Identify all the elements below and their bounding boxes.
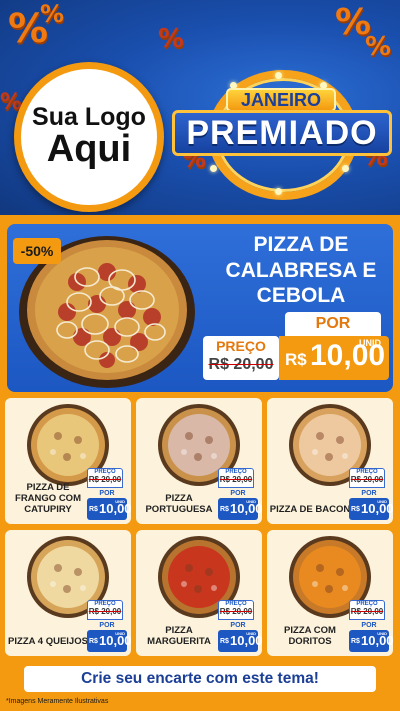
product-price-tag: PREÇO R$ 20,00 POR R$ 10,00 UNID bbox=[87, 468, 131, 520]
por-label: POR bbox=[285, 312, 381, 336]
new-price-box: R$ 10,00 UNID bbox=[349, 630, 393, 652]
currency: R$ bbox=[285, 350, 307, 369]
badge-title: PREMIADO bbox=[172, 110, 392, 156]
cta-banner[interactable]: Crie seu encarte com este tema! bbox=[24, 666, 376, 692]
por-label: POR bbox=[99, 622, 115, 629]
preco-label: PREÇO bbox=[216, 338, 266, 354]
light-bulb-icon bbox=[275, 72, 282, 79]
old-price: R$ 20,00 bbox=[350, 607, 384, 616]
product-name: PIZZA 4 QUEIJOS bbox=[8, 636, 88, 648]
light-bulb-icon bbox=[342, 165, 349, 172]
light-bulb-icon bbox=[275, 188, 282, 195]
unit-label: UNID bbox=[377, 499, 387, 504]
header-banner: % % % % % % % % Sua Logo Aqui JANEIRO PR… bbox=[0, 0, 400, 215]
featured-price-tag: POR PREÇO R$ 20,00 R$ 10,00 UNID bbox=[203, 312, 389, 384]
por-label: POR bbox=[230, 622, 246, 629]
new-price-box: R$ 10,00 UNID bbox=[349, 498, 393, 520]
old-price-box: PREÇO R$ 20,00 bbox=[349, 600, 385, 620]
divider bbox=[0, 215, 400, 223]
product-card[interactable]: PIZZA DE FRANGO COM CATUPIRY PREÇO R$ 20,0… bbox=[5, 398, 131, 524]
currency: R$ bbox=[89, 506, 98, 513]
percent-icon: % bbox=[40, 0, 65, 28]
product-price-tag: PREÇO R$ 20,00 POR R$ 10,00 UNID bbox=[349, 468, 393, 520]
new-price-box: R$ 10,00 UNID bbox=[87, 630, 131, 652]
logo-line2: Aqui bbox=[46, 128, 132, 171]
light-bulb-icon bbox=[210, 165, 217, 172]
product-card[interactable]: PIZZA MARGUERITA PREÇO R$ 20,00 POR R$ 10,00 U… bbox=[136, 530, 262, 656]
new-price-box: R$ 10,00 UNID bbox=[87, 498, 131, 520]
por-label: POR bbox=[361, 490, 377, 497]
unit-label: UNID bbox=[115, 499, 125, 504]
badge-month: JANEIRO bbox=[226, 88, 336, 112]
old-price: R$ 20,00 bbox=[88, 475, 122, 484]
unit-label: UNID bbox=[359, 338, 381, 348]
por-label: POR bbox=[99, 490, 115, 497]
discount-badge: -50% bbox=[13, 238, 61, 264]
product-price-tag: PREÇO R$ 20,00 POR R$ 10,00 UNID bbox=[87, 600, 131, 652]
unit-label: UNID bbox=[115, 631, 125, 636]
unit-label: UNID bbox=[246, 631, 256, 636]
product-card[interactable]: PIZZA 4 QUEIJOS PREÇO R$ 20,00 POR R$ 10,00 UN… bbox=[5, 530, 131, 656]
percent-icon: % bbox=[158, 24, 185, 54]
old-price: R$ 20,00 bbox=[219, 607, 253, 616]
currency: R$ bbox=[351, 638, 360, 645]
old-price-box: PREÇO R$ 20,00 bbox=[349, 468, 385, 488]
product-price-tag: PREÇO R$ 20,00 POR R$ 10,00 UNID bbox=[218, 468, 262, 520]
old-price-box: PREÇO R$ 20,00 bbox=[218, 600, 254, 620]
new-price-box: R$ 10,00 UNID bbox=[279, 336, 389, 380]
old-price-box: PREÇO R$ 20,00 bbox=[87, 600, 123, 620]
old-price: R$ 20,00 bbox=[219, 475, 253, 484]
por-label: POR bbox=[361, 622, 377, 629]
product-name: PIZZA COM DORITOS bbox=[284, 625, 336, 648]
unit-label: UNID bbox=[377, 631, 387, 636]
currency: R$ bbox=[220, 506, 229, 513]
logo-line1: Sua Logo bbox=[32, 102, 146, 131]
old-price-box: PREÇO R$ 20,00 bbox=[87, 468, 123, 488]
product-name: PIZZA MARGUERITA bbox=[147, 625, 211, 648]
featured-offer[interactable]: -50% PIZZA DE CALABRESA E CEBOLA POR PRE… bbox=[7, 224, 393, 392]
old-price: R$ 20,00 bbox=[88, 607, 122, 616]
old-price: R$ 20,00 bbox=[350, 475, 384, 484]
product-name: PIZZA DE FRANGO COM CATUPIRY bbox=[15, 482, 81, 516]
old-price-box: PREÇO R$ 20,00 bbox=[203, 336, 279, 380]
currency: R$ bbox=[220, 638, 229, 645]
currency: R$ bbox=[351, 506, 360, 513]
product-price-tag: PREÇO R$ 20,00 POR R$ 10,00 UNID bbox=[349, 600, 393, 652]
old-price-box: PREÇO R$ 20,00 bbox=[218, 468, 254, 488]
percent-icon: % bbox=[365, 32, 392, 62]
currency: R$ bbox=[89, 638, 98, 645]
product-card[interactable]: PIZZA DE BACON PREÇO R$ 20,00 POR R$ 10,00 UNI… bbox=[267, 398, 393, 524]
product-card[interactable]: PIZZA PORTUGUESA PREÇO R$ 20,00 POR R$ 10,00 U… bbox=[136, 398, 262, 524]
product-name: PIZZA PORTUGUESA bbox=[145, 493, 213, 516]
product-card[interactable]: PIZZA COM DORITOS PREÇO R$ 20,00 POR R$ 10,00… bbox=[267, 530, 393, 656]
product-name: PIZZA DE BACON bbox=[269, 504, 351, 516]
logo-placeholder[interactable]: Sua Logo Aqui bbox=[14, 62, 164, 212]
campaign-badge: JANEIRO PREMIADO bbox=[170, 70, 395, 200]
unit-label: UNID bbox=[246, 499, 256, 504]
por-label: POR bbox=[230, 490, 246, 497]
new-price-box: R$ 10,00 UNID bbox=[218, 498, 262, 520]
new-price-box: R$ 10,00 UNID bbox=[218, 630, 262, 652]
product-grid: PIZZA DE FRANGO COM CATUPIRY PREÇO R$ 20,0… bbox=[5, 398, 395, 658]
product-price-tag: PREÇO R$ 20,00 POR R$ 10,00 UNID bbox=[218, 600, 262, 652]
featured-title: PIZZA DE CALABRESA E CEBOLA bbox=[225, 233, 377, 308]
footnote: *Imagens Meramente Ilustrativas bbox=[6, 698, 109, 705]
old-price: R$ 20,00 bbox=[208, 356, 274, 373]
